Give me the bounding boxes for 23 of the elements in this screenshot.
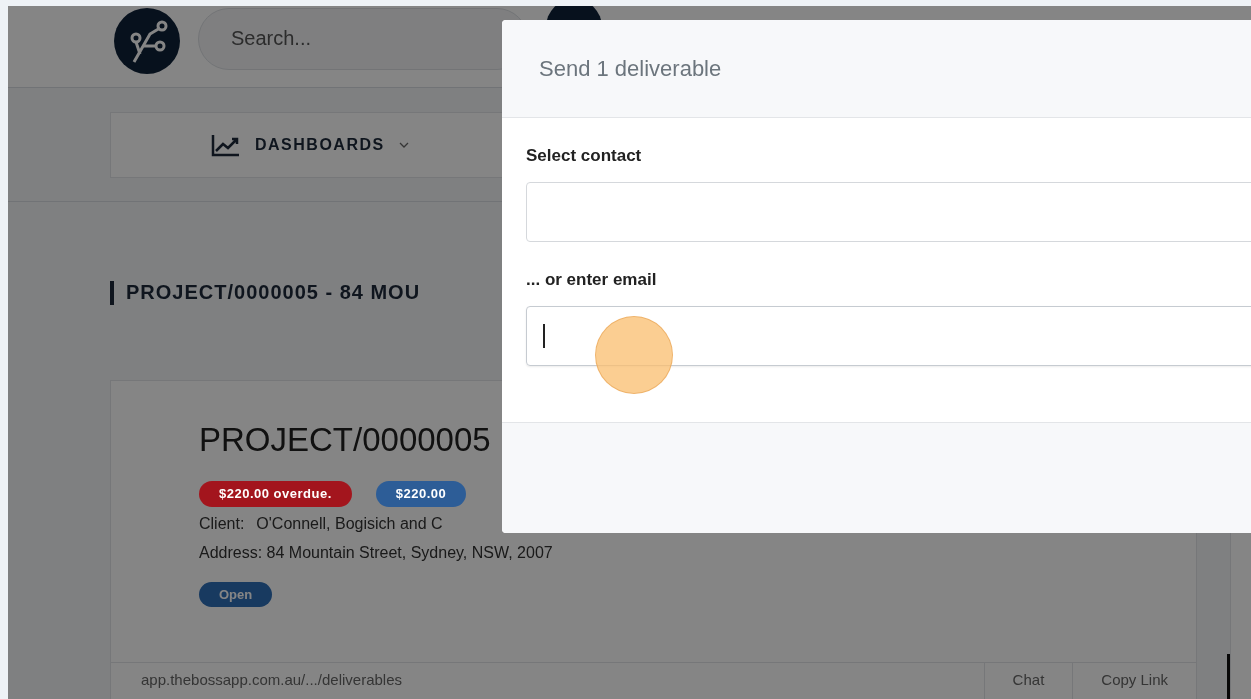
link-url: app.thebossapp.com.au/.../deliverables <box>140 670 403 690</box>
modal-title: Send 1 deliverable <box>539 55 722 82</box>
amount-badge: $220.00 <box>375 481 467 507</box>
field-label: ... or enter email <box>526 270 658 290</box>
dashboards-menu[interactable]: DASHBOARDS <box>211 133 409 157</box>
address-text: Address: 84 Mountain Street, Sydney, NSW, 2007 <box>199 543 554 563</box>
card-action[interactable]: Chat <box>983 663 1073 699</box>
line-chart-icon <box>211 133 241 157</box>
input-field[interactable] <box>526 182 1251 242</box>
project-title: PROJECT/0000005 <box>199 421 492 459</box>
scroll-indicator <box>1227 654 1230 699</box>
input-field[interactable] <box>526 306 1251 366</box>
card-action[interactable]: Copy Link <box>1072 663 1196 699</box>
field-label: Select contact <box>526 146 643 166</box>
client-name: O'Connell, Bogisich and C <box>256 514 443 534</box>
caret-icon <box>398 142 409 148</box>
status-badge: Open <box>199 582 273 607</box>
client-label: Client: <box>199 514 245 534</box>
amount-badge: $220.00 overdue. <box>199 481 352 507</box>
text-caret <box>543 324 545 348</box>
logo-icon[interactable] <box>114 7 180 74</box>
page-title: PROJECT/0000005 - 84 MOU <box>126 281 421 304</box>
title-accent-bar <box>110 280 114 305</box>
